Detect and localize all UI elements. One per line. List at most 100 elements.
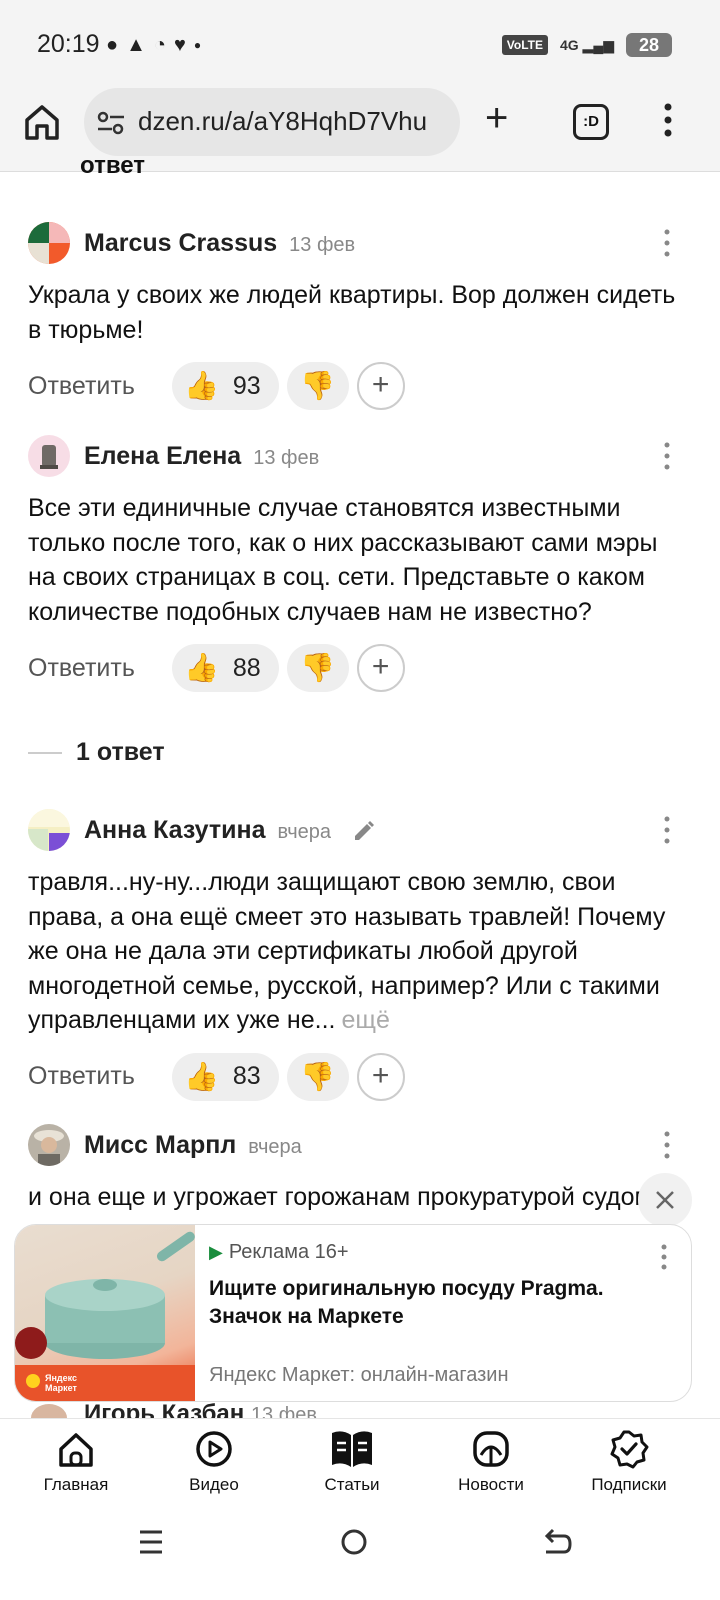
dot-icon: ● (193, 38, 202, 52)
nav-news-label: Новости (458, 1475, 524, 1494)
nav-subscriptions[interactable]: Подписки (569, 1429, 689, 1495)
partial-comment: Игорь Казбан 13 фев (28, 1402, 692, 1418)
reply-button[interactable]: Ответить (28, 1062, 164, 1091)
comment: Мисс Марпл вчера и она еще и угрожает гор… (28, 1124, 692, 1224)
thumbs-up-icon: 👍 (184, 1060, 219, 1092)
nav-articles[interactable]: Статьи (292, 1429, 412, 1495)
warning-icon: ▲ (126, 34, 146, 56)
dislike-button[interactable]: 👎 (286, 644, 349, 692)
comment-text: травля...ну-ну...люди защищают свою земл… (28, 868, 666, 1034)
partial-replies-label: ответ (80, 152, 146, 176)
ad-more-icon[interactable] (661, 1243, 667, 1271)
add-reaction-button[interactable]: + (356, 644, 405, 692)
add-reaction-button[interactable]: + (356, 362, 405, 410)
status-indicators: VoLTE 4G ▂▄▆ 28 (501, 33, 672, 57)
ad-close-button[interactable] (638, 1173, 692, 1227)
show-replies-button[interactable]: 1 ответ (28, 738, 165, 767)
more-options-icon[interactable] (664, 441, 670, 471)
comment-date: 13 фев (253, 447, 320, 469)
status-time: 20:19 (37, 30, 100, 58)
heart-icon: ♥ (173, 34, 186, 56)
replies-count: 1 ответ (76, 738, 165, 766)
status-bar: 20:19 ● ▲ ◔ ♥ ● VoLTE 4G ▂▄▆ 28 (0, 0, 720, 88)
nav-home[interactable]: Главная (16, 1429, 136, 1495)
saucepan-image (15, 1231, 195, 1401)
home-icon[interactable] (22, 102, 62, 142)
message-icon: ◔ (153, 34, 166, 56)
url-text: dzen.ru/a/aY8HqhD7Vhu (138, 106, 428, 136)
like-count: 83 (232, 1062, 261, 1090)
address-bar[interactable]: dzen.ru/a/aY8HqhD7Vhu (84, 88, 460, 156)
comment-text: и она еще и угрожает горожанам прокурату… (28, 1183, 692, 1211)
news-icon (473, 1431, 509, 1467)
more-options-icon[interactable] (664, 1130, 670, 1160)
comment-author[interactable]: Marcus Crassus 13 фев (84, 229, 355, 258)
close-icon (656, 1191, 674, 1209)
thumbs-up-icon: 👍 (184, 370, 219, 401)
bottom-navigation: Главная Видео Статьи Новости Подписки (0, 1418, 720, 1506)
more-options-icon[interactable] (664, 228, 670, 258)
tab-switcher-button[interactable]: :D (573, 104, 609, 140)
home-circle-icon[interactable] (340, 1528, 368, 1556)
video-icon (196, 1431, 232, 1467)
home-icon (59, 1433, 93, 1467)
comment-date: вчера (277, 821, 332, 843)
thumbs-down-icon: 👎 (300, 652, 336, 683)
nav-news[interactable]: Новости (431, 1429, 551, 1495)
like-button[interactable]: 👍 93 (172, 362, 279, 410)
recent-apps-icon[interactable] (138, 1528, 164, 1556)
thumbs-up-icon: 👍 (184, 652, 219, 683)
expand-comment-link[interactable]: ещё (341, 1006, 389, 1034)
comment: Анна Казутина вчера травля...ну-ну...люди… (28, 809, 692, 1102)
chat-icon: ● (106, 34, 119, 56)
back-icon[interactable] (542, 1528, 572, 1556)
ad-label: ▶ Реклама 16+ (209, 1241, 349, 1263)
subscriptions-icon (610, 1430, 649, 1469)
nav-video[interactable]: Видео (154, 1429, 274, 1495)
divider (28, 751, 62, 754)
like-button[interactable]: 👍 83 (172, 1052, 279, 1101)
signal-icon: 4G ▂▄▆ (559, 36, 614, 53)
dislike-button[interactable]: 👎 (286, 362, 349, 410)
articles-icon (332, 1431, 372, 1467)
avatar[interactable] (28, 435, 70, 477)
nav-video-label: Видео (189, 1475, 239, 1494)
avatar[interactable] (28, 1124, 70, 1166)
comment-author[interactable]: Елена Елена 13 фев (84, 442, 319, 471)
ad-title[interactable]: Ищите оригинальную посуду Pragma. Значок… (209, 1275, 669, 1331)
reply-button[interactable]: Ответить (28, 372, 164, 401)
reply-button[interactable]: Ответить (28, 654, 164, 683)
site-settings-icon[interactable] (96, 108, 126, 138)
new-tab-button[interactable]: + (485, 98, 508, 138)
nav-articles-label: Статьи (324, 1475, 380, 1494)
thumbs-down-icon: 👎 (300, 370, 336, 401)
notification-icons: ● ▲ ◔ ♥ ● (106, 32, 201, 58)
add-reaction-button[interactable]: + (356, 1052, 405, 1101)
ad-source: Яндекс Маркет: онлайн-магазин (209, 1364, 509, 1386)
ad-banner[interactable]: Яндекс Маркет ▶ Реклама 16+ Ищите оригина… (14, 1224, 692, 1402)
like-count: 93 (232, 371, 261, 400)
network-type: 4G (559, 36, 579, 53)
nav-home-label: Главная (43, 1475, 109, 1494)
comment-date: 13 фев (289, 234, 356, 256)
avatar[interactable] (28, 809, 70, 851)
comment-author[interactable]: Мисс Марпл вчера (84, 1131, 302, 1160)
comment-date: вчера (248, 1136, 302, 1158)
browser-menu-icon[interactable] (660, 102, 676, 138)
like-button[interactable]: 👍 88 (172, 644, 279, 692)
more-options-icon[interactable] (664, 815, 670, 845)
comment-text: Все эти единичные случае становятся изве… (28, 494, 658, 626)
nav-subscriptions-label: Подписки (591, 1475, 667, 1494)
system-navigation (0, 1506, 720, 1600)
like-count: 88 (232, 653, 261, 682)
dislike-button[interactable]: 👎 (286, 1052, 349, 1101)
avatar[interactable] (28, 222, 70, 264)
play-store-icon: ▶ (209, 1242, 223, 1262)
comment: Елена Елена 13 фев Все эти единичные случ… (28, 435, 692, 693)
ad-image[interactable]: Яндекс Маркет (15, 1225, 195, 1401)
avatar (31, 1404, 67, 1418)
comment-author[interactable]: Анна Казутина вчера (84, 816, 376, 845)
comment-author: Игорь Казбан 13 фев (84, 1402, 317, 1418)
comment: Marcus Crassus 13 фев Украла у своих же л… (28, 222, 692, 411)
comment-text: Украла у своих же людей квартиры. Вор до… (28, 281, 676, 344)
